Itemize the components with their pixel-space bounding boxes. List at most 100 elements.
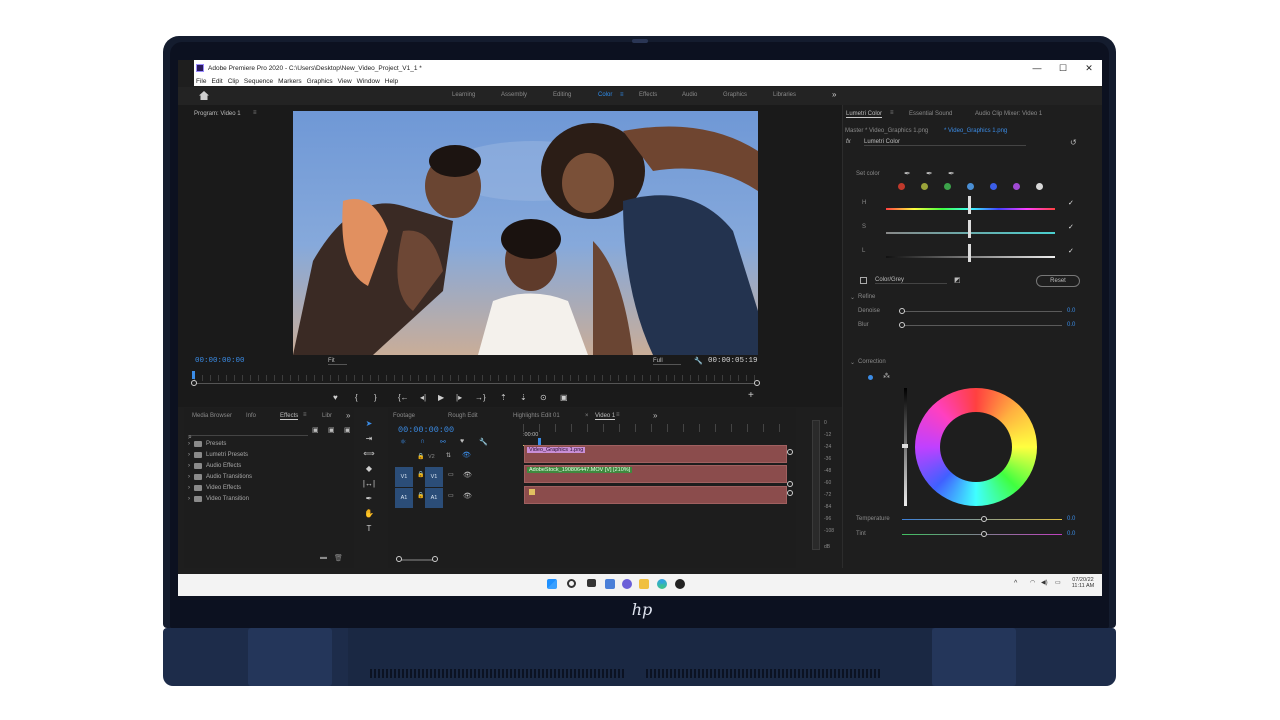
- nest-icon[interactable]: ⚛: [400, 438, 406, 446]
- clip-audio[interactable]: [524, 486, 787, 504]
- wifi-icon[interactable]: ◠: [1030, 580, 1035, 586]
- track-v1-source[interactable]: V1: [395, 467, 413, 487]
- sync-lock-icon[interactable]: ▭: [448, 471, 454, 478]
- zoom-scrollbar[interactable]: [398, 559, 434, 561]
- new-bin-icon[interactable]: ▬: [320, 554, 327, 561]
- clip-end-handle[interactable]: [787, 490, 793, 496]
- resolution-select[interactable]: Full: [653, 358, 681, 365]
- tab-video-1[interactable]: Video 1: [595, 413, 616, 420]
- workspace-color-menu-icon[interactable]: ≡: [620, 92, 624, 98]
- tab-essential-sound[interactable]: Essential Sound: [909, 111, 952, 117]
- step-back-icon[interactable]: ◂|: [420, 393, 426, 402]
- play-icon[interactable]: ▶: [438, 393, 444, 402]
- tree-item-audio-transitions[interactable]: › Audio Transitions: [188, 474, 252, 480]
- workspace-color[interactable]: Color: [598, 92, 612, 98]
- taskview-icon[interactable]: [587, 579, 596, 587]
- tree-item-lumetri-presets[interactable]: › Lumetri Presets: [188, 452, 248, 458]
- workspace-libraries[interactable]: Libraries: [773, 92, 796, 98]
- denoise-value[interactable]: 0.0: [1067, 308, 1075, 314]
- timeline-menu-icon[interactable]: ≡: [616, 412, 620, 418]
- tab-footage[interactable]: Footage: [393, 413, 415, 419]
- clip-adobestock-mov[interactable]: AdobeStock_190806447.MOV [V] [210%]: [524, 465, 787, 483]
- minimize-button[interactable]: —: [1024, 60, 1050, 76]
- color-swatch-cyan[interactable]: [967, 183, 974, 190]
- menu-clip[interactable]: Clip: [228, 78, 239, 85]
- scrubber-track[interactable]: [194, 383, 758, 384]
- tint-knob[interactable]: [981, 531, 987, 537]
- tab-audio-clip-mixer[interactable]: Audio Clip Mixer: Video 1: [975, 111, 1042, 117]
- scrub-end-handle[interactable]: [754, 380, 760, 386]
- blur-value[interactable]: 0.0: [1067, 322, 1075, 328]
- timeline-more-button[interactable]: »: [653, 411, 657, 420]
- blur-slider[interactable]: [902, 325, 1062, 326]
- playhead[interactable]: [192, 371, 195, 379]
- color-swatch-blue[interactable]: [990, 183, 997, 190]
- workspace-learning[interactable]: Learning: [452, 92, 475, 98]
- tab-lumetri-color[interactable]: Lumetri Color: [846, 111, 883, 118]
- type-tool-icon[interactable]: T: [360, 524, 378, 536]
- close-button[interactable]: ✕: [1076, 60, 1102, 76]
- eyedropper-remove-icon[interactable]: ✒: [948, 169, 955, 178]
- media-icon[interactable]: [675, 579, 685, 589]
- track-a1-target[interactable]: A1: [425, 488, 443, 508]
- color-swatch-yellow[interactable]: [921, 183, 928, 190]
- wrench-icon[interactable]: 🔧: [694, 357, 703, 365]
- reset-button[interactable]: Reset: [1036, 275, 1080, 287]
- workspaces-more-button[interactable]: »: [832, 90, 836, 99]
- color-swatch-green[interactable]: [944, 183, 951, 190]
- denoise-knob[interactable]: [899, 308, 905, 314]
- lock-icon[interactable]: 🔒: [417, 492, 424, 499]
- razor-tool-icon[interactable]: ◆: [360, 464, 378, 476]
- workspace-graphics[interactable]: Graphics: [723, 92, 747, 98]
- eye-icon[interactable]: 👁: [463, 471, 472, 479]
- clip-end-handle[interactable]: [787, 481, 793, 487]
- chat-icon[interactable]: [622, 579, 632, 589]
- toggle-output-icon[interactable]: 👁: [462, 451, 471, 459]
- hue-check[interactable]: ✓: [1068, 199, 1074, 207]
- comparison-view-icon[interactable]: ▣: [560, 393, 568, 402]
- widgets-icon[interactable]: [605, 579, 615, 589]
- ripple-edit-tool-icon[interactable]: ⟺: [360, 449, 378, 461]
- menu-file[interactable]: File: [196, 78, 206, 85]
- clock[interactable]: 07/20/22 11:11 AM: [1068, 577, 1098, 589]
- effects-more-button[interactable]: »: [346, 411, 350, 420]
- volume-icon[interactable]: ◀): [1041, 580, 1048, 586]
- workspace-effects[interactable]: Effects: [639, 92, 657, 98]
- sync-lock-icon[interactable]: ⇅: [446, 452, 451, 459]
- color-swatch-red[interactable]: [898, 183, 905, 190]
- timeline-ruler[interactable]: [523, 424, 789, 432]
- scrub-start-handle[interactable]: [191, 380, 197, 386]
- luma-wheel-handle[interactable]: [902, 444, 908, 448]
- clip-video-graphics[interactable]: Video_Graphics 1.png: [524, 445, 787, 463]
- eyedropper-icon[interactable]: ✒: [904, 169, 911, 178]
- color-grey-select[interactable]: Color/Grey: [875, 277, 947, 284]
- add-marker-icon[interactable]: ♥: [333, 393, 338, 402]
- track-v1-target[interactable]: V1: [425, 467, 443, 487]
- tab-media-browser[interactable]: Media Browser: [192, 413, 232, 419]
- temperature-value[interactable]: 0.0: [1067, 516, 1075, 522]
- 32bit-effects-icon[interactable]: ▣: [328, 426, 335, 434]
- workspace-editing[interactable]: Editing: [553, 92, 571, 98]
- search-icon[interactable]: [567, 579, 576, 588]
- program-menu-icon[interactable]: ≡: [253, 110, 257, 116]
- menu-graphics[interactable]: Graphics: [307, 78, 333, 85]
- hue-range-handle[interactable]: [968, 196, 971, 214]
- tab-effects[interactable]: Effects: [280, 413, 299, 420]
- menu-markers[interactable]: Markers: [278, 78, 301, 85]
- go-to-out-icon[interactable]: →}: [475, 393, 486, 402]
- accelerated-effects-icon[interactable]: ▣: [312, 426, 319, 434]
- close-tab-icon[interactable]: ×: [585, 413, 589, 419]
- color-swatch-white[interactable]: [1036, 183, 1043, 190]
- extract-icon[interactable]: ⇣: [520, 393, 527, 402]
- tint-value[interactable]: 0.0: [1067, 531, 1075, 537]
- fit-select[interactable]: Fit: [328, 358, 347, 365]
- luma-range-handle[interactable]: [968, 244, 971, 262]
- master-clip-label[interactable]: Master * Video_Graphics 1.png: [845, 128, 928, 134]
- snap-icon[interactable]: ∩: [420, 438, 425, 445]
- linked-selection-icon[interactable]: ⚯: [440, 438, 446, 446]
- reset-icon[interactable]: ↺: [1070, 138, 1077, 147]
- edge-icon[interactable]: [657, 579, 667, 589]
- menu-sequence[interactable]: Sequence: [244, 78, 273, 85]
- program-current-timecode[interactable]: 00:00:00:00: [195, 357, 245, 365]
- timeline-timecode[interactable]: 00:00:00:00: [398, 425, 454, 435]
